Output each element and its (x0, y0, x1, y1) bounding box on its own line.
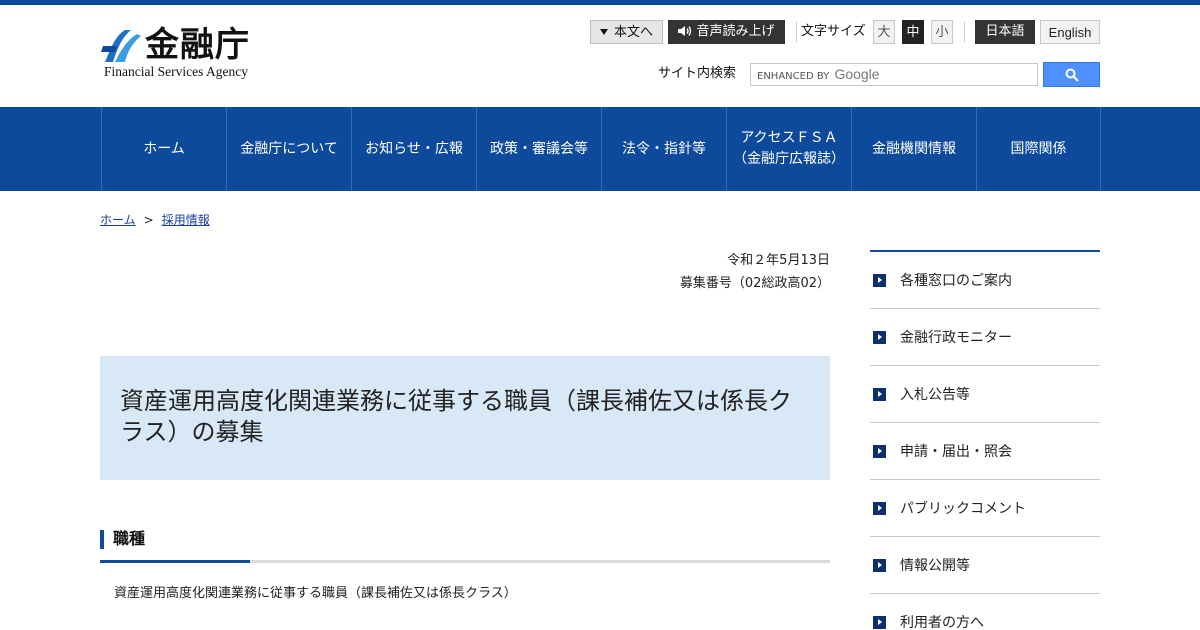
arrow-right-icon (873, 388, 886, 401)
sidebar-item-applications[interactable]: 申請・届出・照会 (870, 423, 1100, 480)
logo-name-en: Financial Services Agency (104, 64, 248, 79)
sidebar-item-label: パブリックコメント (900, 501, 1026, 517)
fsa-logo-mark-icon (101, 30, 141, 62)
nav-item-label: お知らせ・広報 (365, 140, 463, 157)
triangle-down-icon (599, 28, 608, 35)
skip-label: 本文へ (613, 25, 653, 40)
nav-item-sublabel: （金融庁広報誌） (733, 151, 845, 167)
arrow-right-icon (873, 559, 886, 572)
breadcrumb-separator: > (143, 213, 154, 227)
nav-item-label: 国際関係 (1010, 140, 1067, 157)
logo-name-ja: 金融庁 (145, 25, 250, 65)
sidebar-item-contact[interactable]: 各種窓口のご案内 (870, 252, 1100, 309)
language-japanese-button[interactable]: 日本語 (975, 20, 1035, 44)
nav-item-label: 金融庁について (240, 140, 338, 157)
page-title-box: 資産運用高度化関連業務に従事する職員（課長補佐又は係長クラス）の募集 (100, 356, 830, 480)
skip-to-content-button[interactable]: 本文へ (590, 20, 663, 44)
heading-underline-accent (100, 560, 250, 563)
arrow-right-icon (873, 502, 886, 515)
sidebar-item-bids[interactable]: 入札公告等 (870, 366, 1100, 423)
nav-item-laws[interactable]: 法令・指針等 (601, 107, 726, 191)
divider (796, 22, 797, 42)
publish-date: 令和２年5月13日 (727, 253, 830, 268)
search-placeholder-prefix: ENHANCED BY (757, 71, 830, 82)
divider (964, 22, 965, 42)
sidebar-item-label: 入札公告等 (900, 387, 970, 403)
breadcrumb: ホーム > 採用情報 (100, 211, 210, 229)
breadcrumb-home-link[interactable]: ホーム (100, 213, 136, 227)
sidebar-item-disclosure[interactable]: 情報公開等 (870, 537, 1100, 594)
nav-item-label: アクセスＦＳＡ (740, 130, 838, 146)
sidebar-item-users[interactable]: 利用者の方へ (870, 594, 1100, 630)
sidebar-item-monitor[interactable]: 金融行政モニター (870, 309, 1100, 366)
arrow-right-icon (873, 445, 886, 458)
sidebar-item-label: 各種窓口のご案内 (900, 273, 1012, 289)
page-title: 資産運用高度化関連業務に従事する職員（課長補佐又は係長クラス）の募集 (120, 387, 792, 446)
voice-reader-button[interactable]: 音声読み上げ (668, 20, 785, 44)
nav-item-access-fsa[interactable]: アクセスＦＳＡ （金融庁広報誌） (726, 107, 851, 191)
arrow-right-icon (873, 331, 886, 344)
nav-item-label: 政策・審議会等 (490, 140, 588, 157)
language-english-button[interactable]: English (1040, 20, 1100, 44)
section-body-text: 資産運用高度化関連業務に従事する職員（課長補佐又は係長クラス） (114, 586, 517, 601)
section-heading-text: 職種 (113, 529, 146, 548)
site-logo[interactable]: 金融庁 Financial Services Agency (101, 24, 271, 80)
nav-item-international[interactable]: 国際関係 (976, 107, 1101, 191)
nav-item-institutions[interactable]: 金融機関情報 (851, 107, 976, 191)
search-icon (1065, 68, 1079, 82)
nav-item-label: 法令・指針等 (622, 140, 706, 157)
global-nav: ホーム 金融庁について お知らせ・広報 政策・審議会等 法令・指針等 アクセスＦ… (0, 107, 1200, 191)
site-search-input[interactable]: ENHANCED BY Google (750, 63, 1038, 86)
search-placeholder-brand: Google (834, 66, 880, 82)
section-heading: 職種 (100, 528, 830, 564)
nav-item-label: ホーム (143, 140, 185, 157)
arrow-right-icon (873, 274, 886, 287)
search-submit-button[interactable] (1043, 62, 1100, 87)
recruitment-number: 募集番号（02総政高02） (679, 276, 830, 291)
font-size-large-button[interactable]: 大 (873, 20, 895, 44)
top-accent-stripe (0, 0, 1200, 5)
sidebar-item-label: 申請・届出・照会 (900, 444, 1012, 460)
sidebar-item-label: 金融行政モニター (900, 330, 1012, 346)
nav-item-home[interactable]: ホーム (101, 107, 226, 191)
font-size-medium-button[interactable]: 中 (902, 20, 924, 44)
nav-item-label: 金融機関情報 (872, 140, 956, 157)
arrow-right-icon (873, 616, 886, 629)
speaker-icon (678, 25, 692, 36)
font-size-small-button[interactable]: 小 (931, 20, 953, 44)
heading-accent-bar (100, 530, 104, 549)
sidebar-item-label: 利用者の方へ (900, 615, 984, 630)
voice-label: 音声読み上げ (696, 24, 775, 39)
font-size-label: 文字サイズ (801, 24, 866, 39)
breadcrumb-current-link[interactable]: 採用情報 (162, 213, 210, 227)
sidebar-item-public-comment[interactable]: パブリックコメント (870, 480, 1100, 537)
nav-item-news[interactable]: お知らせ・広報 (351, 107, 476, 191)
sidebar-item-label: 情報公開等 (900, 558, 970, 574)
nav-item-about[interactable]: 金融庁について (226, 107, 351, 191)
nav-item-policy[interactable]: 政策・審議会等 (476, 107, 601, 191)
site-search-label: サイト内検索 (658, 66, 737, 81)
